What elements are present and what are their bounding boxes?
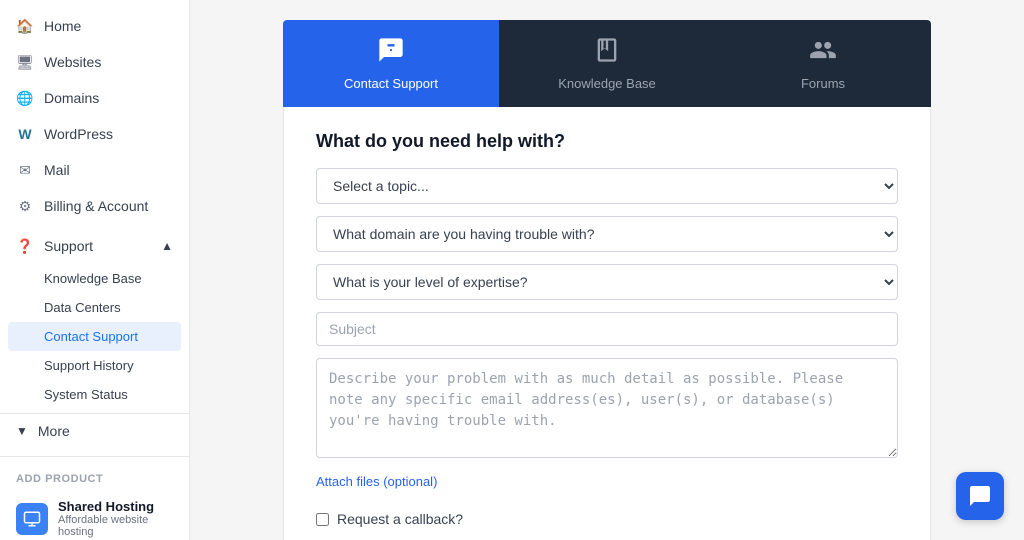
sidebar-label-home: Home [44, 18, 81, 34]
sidebar: 🏠 Home 🖥 Websites 🌐 Domains W WordPress … [0, 0, 190, 540]
add-product-label: ADD PRODUCT [0, 467, 189, 491]
sidebar-label-domains: Domains [44, 90, 99, 106]
tab-knowledge-base[interactable]: Knowledge Base [499, 20, 715, 107]
wordpress-icon: W [16, 125, 34, 143]
more-label: More [38, 423, 70, 439]
sidebar-more[interactable]: ▼ More [0, 413, 189, 448]
description-group [316, 358, 898, 461]
tab-label-forums: Forums [801, 76, 845, 91]
tab-forums[interactable]: Forums [715, 20, 931, 107]
sidebar-item-wordpress[interactable]: W WordPress [0, 116, 189, 152]
chevron-down-icon: ▼ [16, 424, 28, 438]
shared-hosting-icon [16, 503, 48, 535]
shared-hosting-info: Shared Hosting Affordable website hostin… [58, 499, 173, 538]
sidebar-label-billing: Billing & Account [44, 198, 148, 214]
sidebar-item-system-status[interactable]: System Status [0, 380, 189, 409]
sidebar-item-billing[interactable]: ⚙ Billing & Account [0, 188, 189, 224]
chat-bubble[interactable] [956, 472, 1004, 520]
sidebar-item-data-centers[interactable]: Data Centers [0, 293, 189, 322]
callback-row: Request a callback? [316, 511, 898, 527]
sidebar-label-websites: Websites [44, 54, 101, 70]
description-textarea[interactable] [316, 358, 898, 458]
product-shared-hosting[interactable]: Shared Hosting Affordable website hostin… [0, 491, 189, 540]
domains-icon: 🌐 [16, 89, 34, 107]
sidebar-nav: 🏠 Home 🖥 Websites 🌐 Domains W WordPress … [0, 0, 189, 456]
sidebar-label-system-status: System Status [44, 387, 128, 402]
support-icon: ❓ [16, 237, 34, 255]
topic-select[interactable]: Select a topic... [316, 168, 898, 204]
sidebar-label-wordpress: WordPress [44, 126, 113, 142]
forums-tab-icon [809, 36, 837, 70]
shared-hosting-desc: Affordable website hosting [58, 514, 173, 538]
sidebar-item-contact-support[interactable]: Contact Support [8, 322, 181, 351]
chevron-up-icon: ▲ [161, 239, 173, 253]
subject-group [316, 312, 898, 346]
sidebar-item-home[interactable]: 🏠 Home [0, 8, 189, 44]
sidebar-label-data-centers: Data Centers [44, 300, 121, 315]
main-content: Contact Support Knowledge Base Forums Wh… [190, 0, 1024, 540]
sidebar-item-websites[interactable]: 🖥 Websites [0, 44, 189, 80]
sidebar-item-mail[interactable]: ✉ Mail [0, 152, 189, 188]
form-title: What do you need help with? [316, 131, 898, 152]
home-icon: 🏠 [16, 17, 34, 35]
mail-icon: ✉ [16, 161, 34, 179]
contact-support-tab-icon [377, 36, 405, 70]
domain-select[interactable]: What domain are you having trouble with? [316, 216, 898, 252]
form-card: What do you need help with? Select a top… [283, 107, 931, 540]
callback-checkbox[interactable] [316, 513, 329, 526]
tab-label-contact-support: Contact Support [344, 76, 438, 91]
tab-bar: Contact Support Knowledge Base Forums [283, 20, 931, 107]
attach-group: Attach files (optional) [316, 473, 898, 499]
billing-icon: ⚙ [16, 197, 34, 215]
expertise-group: What is your level of expertise? [316, 264, 898, 300]
tab-contact-support[interactable]: Contact Support [283, 20, 499, 107]
sidebar-item-knowledge-base[interactable]: Knowledge Base [0, 264, 189, 293]
expertise-select[interactable]: What is your level of expertise? [316, 264, 898, 300]
sidebar-label-support-history: Support History [44, 358, 134, 373]
shared-hosting-name: Shared Hosting [58, 499, 173, 514]
sidebar-item-domains[interactable]: 🌐 Domains [0, 80, 189, 116]
sidebar-support-header[interactable]: ❓ Support ▲ [0, 228, 189, 264]
subject-input[interactable] [316, 312, 898, 346]
knowledge-base-tab-icon [593, 36, 621, 70]
add-product-section: ADD PRODUCT Shared Hosting Affordable we… [0, 456, 189, 540]
tab-label-knowledge-base: Knowledge Base [558, 76, 656, 91]
content-wrapper: Contact Support Knowledge Base Forums Wh… [267, 0, 947, 540]
websites-icon: 🖥 [16, 53, 34, 71]
sidebar-section-support: ❓ Support ▲ Knowledge Base Data Centers … [0, 224, 189, 413]
sidebar-label-mail: Mail [44, 162, 70, 178]
sidebar-support-label: Support [44, 238, 93, 254]
sidebar-label-contact-support: Contact Support [44, 329, 138, 344]
domain-group: What domain are you having trouble with? [316, 216, 898, 252]
attach-files-link[interactable]: Attach files (optional) [316, 474, 437, 489]
callback-label: Request a callback? [337, 511, 463, 527]
sidebar-label-knowledge-base: Knowledge Base [44, 271, 142, 286]
sidebar-item-support-history[interactable]: Support History [0, 351, 189, 380]
topic-group: Select a topic... [316, 168, 898, 204]
